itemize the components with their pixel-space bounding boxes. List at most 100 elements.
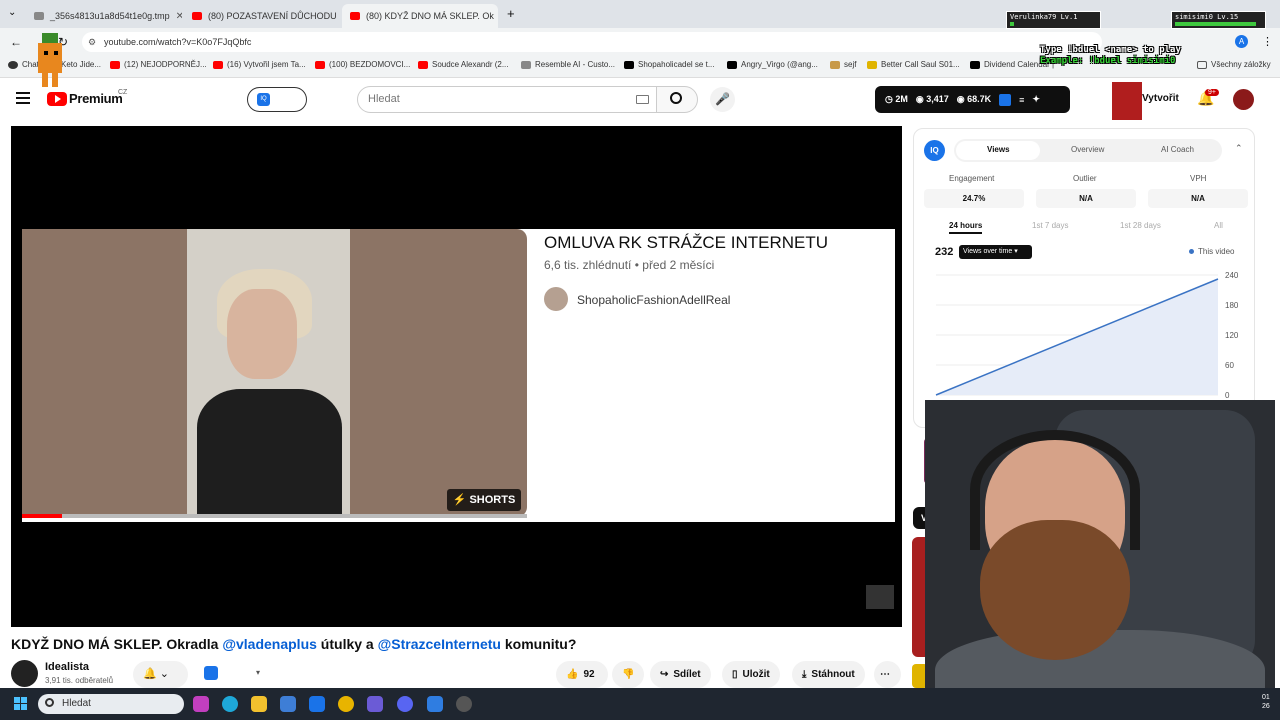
- tab-overview[interactable]: Overview: [1071, 145, 1104, 154]
- teams-icon[interactable]: [367, 696, 383, 712]
- views-count: 232: [935, 246, 954, 258]
- x-icon: [624, 60, 634, 69]
- channel-avatar[interactable]: [11, 660, 38, 687]
- tab-views[interactable]: Views: [987, 145, 1010, 154]
- profile-avatar[interactable]: A: [1235, 35, 1248, 48]
- openai-icon: [8, 60, 18, 69]
- file-icon: [34, 12, 44, 20]
- mention-link[interactable]: @vladenaplus: [222, 636, 317, 652]
- mention-link[interactable]: @StrazceInternetu: [378, 636, 501, 652]
- search-icon: [45, 698, 54, 707]
- search-input[interactable]: Hledat: [357, 86, 657, 113]
- like-button[interactable]: 👍 92: [556, 661, 608, 688]
- person-face: [227, 289, 297, 379]
- back-arrow-icon[interactable]: ←: [10, 35, 22, 49]
- search-button[interactable]: [656, 86, 698, 113]
- bookmark-item[interactable]: (16) Vytvořil jsem Ta...: [213, 60, 306, 69]
- subscribed-button[interactable]: 🔔 ⌄: [133, 661, 188, 688]
- player1-box: Verulinka79 Lv.1: [1006, 11, 1101, 29]
- tab-ai-coach[interactable]: AI Coach: [1161, 145, 1194, 154]
- streamer-webcam: [925, 400, 1275, 720]
- share-button[interactable]: ↪ Sdílet: [650, 661, 711, 688]
- bcs-icon: [867, 60, 877, 69]
- region-code: CZ: [118, 89, 128, 96]
- shorts-badge: ⚡ SHORTS: [447, 489, 521, 511]
- vidiq-icon: IQ: [257, 93, 270, 106]
- bookmark-item[interactable]: Soudce Alexandr (2...: [418, 60, 509, 69]
- windows-start-icon[interactable]: [14, 697, 28, 711]
- create-button[interactable]: Vytvořit: [1142, 93, 1179, 104]
- range-24h[interactable]: 24 hours: [949, 221, 983, 234]
- views-metric-select[interactable]: Views over time ▾: [959, 245, 1032, 259]
- knight-sprite: [1112, 82, 1142, 120]
- bookmark-item[interactable]: Angry_Virgo (@ang...: [727, 60, 818, 69]
- account-avatar[interactable]: [1233, 89, 1254, 110]
- range-7d[interactable]: 1st 7 days: [1032, 221, 1068, 230]
- mic-button[interactable]: 🎤: [710, 87, 735, 112]
- metric-label: Engagement: [949, 174, 995, 183]
- edge-icon[interactable]: [222, 696, 238, 712]
- youtube-icon: [418, 60, 428, 69]
- mic-icon: 🎤: [715, 92, 730, 106]
- premium-logo-text[interactable]: Premium: [69, 91, 123, 106]
- subs-stat: ◷ 2M: [885, 94, 908, 104]
- store-icon[interactable]: [280, 696, 296, 712]
- app-icon[interactable]: [427, 696, 443, 712]
- discord-icon[interactable]: [397, 696, 413, 712]
- bookmark-item[interactable]: (12) NEJODPORNĚJ...: [110, 60, 207, 69]
- keyboard-icon[interactable]: [636, 95, 649, 104]
- vidiq-icon[interactable]: [204, 666, 218, 680]
- headphones: [970, 430, 1140, 550]
- vidiq-logo-icon: IQ: [924, 140, 945, 161]
- bookmark-item[interactable]: Better Call Saul S01...: [867, 60, 960, 69]
- more-menu-icon[interactable]: ⋮: [1262, 35, 1273, 48]
- list-icon: ≡: [1019, 94, 1025, 105]
- bookmark-item[interactable]: sejf: [830, 60, 856, 69]
- vidiq-stats-bar[interactable]: ◷ 2M ◉ 3,417 ◉ 68.7K ≡ ✦: [875, 86, 1070, 113]
- menu-icon[interactable]: [16, 92, 30, 104]
- video-title: KDYŽ DNO MÁ SKLEP. Okradla @vladenaplus …: [11, 636, 577, 652]
- range-all[interactable]: All: [1214, 221, 1223, 230]
- range-28d[interactable]: 1st 28 days: [1120, 221, 1161, 230]
- dislike-button[interactable]: 👎: [612, 661, 644, 688]
- videos-stat: ◉ 3,417: [915, 94, 949, 104]
- save-button[interactable]: ▯ Uložit: [722, 661, 780, 688]
- short-thumbnail[interactable]: [22, 229, 527, 517]
- new-tab-button[interactable]: +: [507, 6, 515, 21]
- chevron-down-icon[interactable]: ▾: [256, 668, 260, 677]
- system-clock[interactable]: 01 26: [1262, 693, 1270, 711]
- taskbar-search[interactable]: Hledat: [38, 694, 184, 714]
- share-icon: ↪: [660, 669, 669, 680]
- site-info-icon[interactable]: ⚙: [88, 37, 96, 48]
- chevron-up-icon[interactable]: ⌃: [1235, 143, 1243, 154]
- youtube-icon: [192, 12, 202, 20]
- tab-2[interactable]: (80) POZASTAVENÍ DŮCHODU ✕: [184, 4, 340, 28]
- duel-instructions: Type !bduel <name> to play Example: !bdu…: [1040, 45, 1181, 66]
- vidiq-toggle[interactable]: IQ: [247, 87, 307, 112]
- tab-3-active[interactable]: (80) KDYŽ DNO MÁ SKLEP. Ok ✕: [342, 4, 498, 28]
- url-field[interactable]: youtube.com/watch?v=K0o7FJqQbfc: [82, 32, 1102, 52]
- progress-bar[interactable]: [22, 514, 527, 518]
- bookmark-item[interactable]: (100) BEZDOMOVCI...: [315, 60, 410, 69]
- bookmark-item[interactable]: Resemble AI - Custo...: [521, 60, 615, 69]
- player2-box: simisimi0 Lv.15: [1171, 11, 1266, 29]
- download-button[interactable]: ⤓ Stáhnout: [792, 661, 865, 688]
- youtube-logo-icon[interactable]: [47, 92, 67, 106]
- chrome-icon[interactable]: [338, 696, 354, 712]
- more-icon: ⋯: [880, 669, 890, 680]
- channel-name[interactable]: Idealista: [45, 661, 89, 673]
- copilot-icon[interactable]: [193, 696, 209, 712]
- bookmark-item[interactable]: Shopaholicadel se t...: [624, 60, 715, 69]
- tab-list-dropdown-icon[interactable]: ⌄: [8, 7, 16, 18]
- outlook-icon[interactable]: [309, 696, 325, 712]
- file-explorer-icon[interactable]: [251, 696, 267, 712]
- obs-icon[interactable]: [456, 696, 472, 712]
- tab-1[interactable]: _356s4813u1a8d54t1e0g.tmp ✕: [26, 4, 182, 28]
- all-bookmarks[interactable]: Všechny záložky: [1197, 60, 1271, 69]
- more-actions-button[interactable]: ⋯: [874, 661, 901, 688]
- y-tick-label: 0: [1225, 391, 1230, 400]
- bell-icon: 🔔: [143, 668, 157, 680]
- vph-value: N/A: [1148, 189, 1248, 208]
- close-tab-icon[interactable]: ✕: [176, 11, 182, 22]
- short-channel-name: ShopaholicFashionAdellReal: [577, 293, 731, 307]
